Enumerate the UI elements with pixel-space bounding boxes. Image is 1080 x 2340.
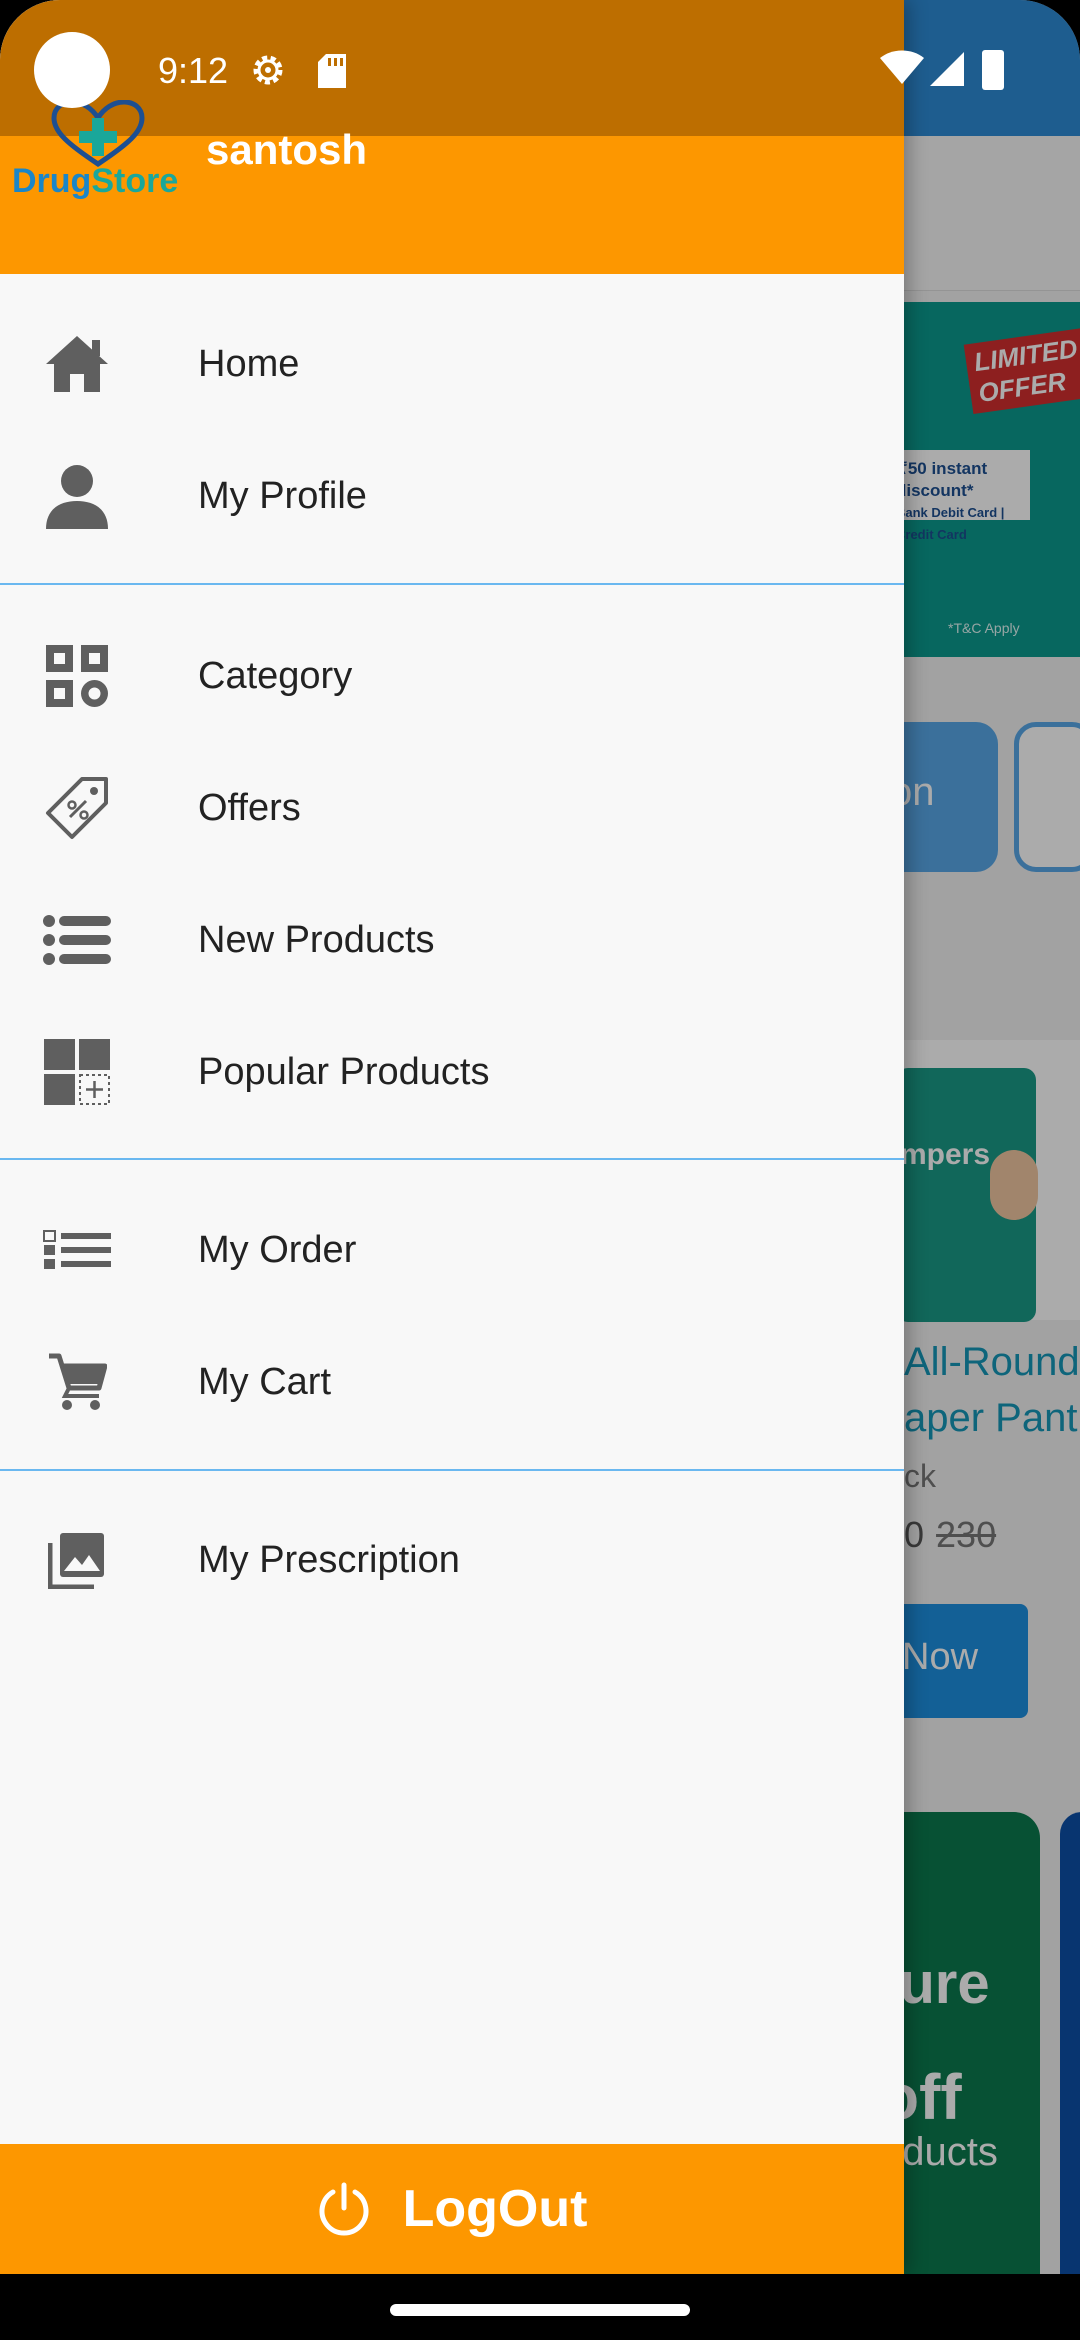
menu-item-popular-products[interactable]: Popular Products [0, 1006, 904, 1138]
popular-grid-icon [42, 1037, 112, 1107]
settings-gear-icon [253, 55, 283, 85]
status-time: 9:12 [158, 50, 229, 91]
menu-item-label: Category [198, 654, 353, 697]
status-bar: 9:12 [0, 0, 1080, 136]
logo-text: DrugStore [12, 162, 178, 201]
navigation-drawer: DrugStore santosh Home My Profile Catego… [0, 0, 904, 2274]
photo-library-icon [42, 1525, 112, 1595]
order-list-icon [42, 1215, 112, 1285]
battery-icon [982, 50, 1004, 90]
menu-item-label: My Order [198, 1228, 357, 1271]
sd-card-icon [318, 54, 346, 88]
menu-item-my-profile[interactable]: My Profile [0, 430, 904, 562]
menu-item-new-products[interactable]: New Products [0, 874, 904, 1006]
menu-item-label: My Prescription [198, 1538, 460, 1581]
camera-cutout [34, 32, 110, 108]
logo-text-drug: Drug [12, 162, 92, 200]
menu-item-my-cart[interactable]: My Cart [0, 1316, 904, 1448]
menu-item-label: Offers [198, 786, 301, 829]
menu-item-label: New Products [198, 918, 435, 961]
section-divider [0, 583, 904, 585]
menu-item-my-order[interactable]: My Order [0, 1184, 904, 1316]
menu-item-label: Home [198, 342, 300, 385]
home-gesture-handle[interactable] [390, 2304, 690, 2316]
menu-item-offers[interactable]: Offers [0, 742, 904, 874]
menu-item-home[interactable]: Home [0, 298, 904, 430]
power-icon [319, 2182, 369, 2236]
category-icon [42, 641, 112, 711]
logo-text-store: Store [91, 162, 179, 200]
list-icon [42, 905, 112, 975]
logout-label: LogOut [402, 2180, 588, 2238]
menu-item-label: My Cart [198, 1360, 331, 1403]
cart-icon [42, 1347, 112, 1417]
section-divider [0, 1469, 904, 1471]
logout-button[interactable]: LogOut [0, 2144, 904, 2274]
menu-item-category[interactable]: Category [0, 610, 904, 742]
offer-tag-icon [42, 773, 112, 843]
wifi-icon [880, 50, 924, 84]
section-divider [0, 1158, 904, 1160]
cellular-signal-icon [930, 52, 964, 86]
menu-item-my-prescription[interactable]: My Prescription [0, 1494, 904, 1626]
menu-item-label: Popular Products [198, 1050, 490, 1093]
home-icon [42, 329, 112, 399]
menu-item-label: My Profile [198, 474, 367, 517]
person-icon [42, 461, 112, 531]
